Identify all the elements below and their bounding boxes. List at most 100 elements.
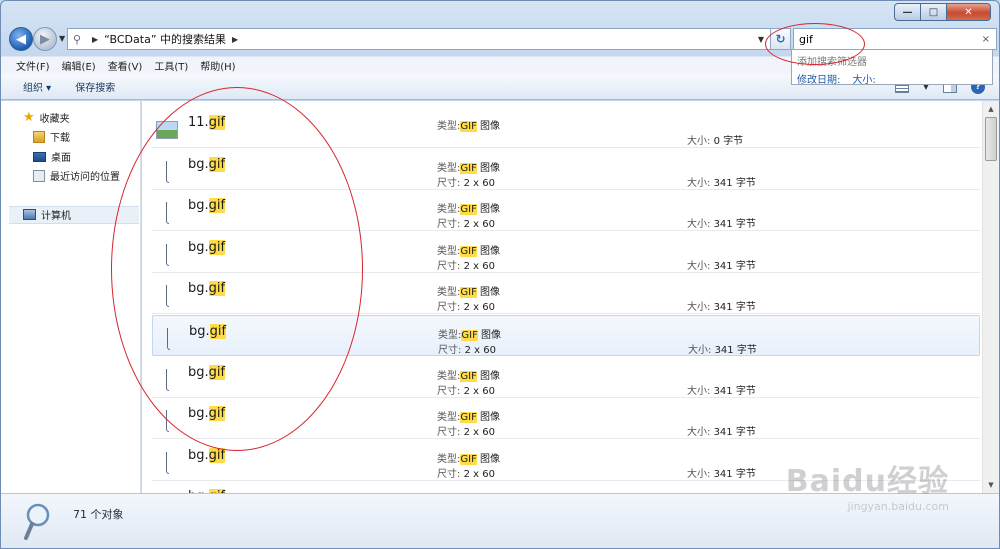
file-dimensions-label: 尺寸: — [437, 385, 461, 397]
organize-button[interactable]: 组织 ▾ — [23, 79, 51, 94]
file-size: 大小: 341 字节 — [687, 215, 756, 230]
nav-desktop-label: 桌面 — [51, 153, 71, 164]
scroll-thumb[interactable] — [985, 117, 997, 161]
arrow-left-icon: ◀ — [16, 31, 26, 47]
recent-places-icon — [33, 169, 45, 182]
file-name[interactable]: bg.gif — [188, 364, 226, 380]
file-name[interactable]: bg.gif — [188, 239, 226, 255]
file-dimensions: 尺寸: 2 x 60 — [437, 423, 495, 438]
save-search-button[interactable]: 保存搜索 — [75, 79, 115, 94]
file-size-label: 大小: — [687, 302, 711, 314]
image-thumbnail-icon — [156, 121, 178, 139]
close-button[interactable]: ✕ — [947, 3, 991, 21]
file-dimensions-label: 尺寸: — [437, 219, 461, 231]
file-size: 大小: 341 字节 — [687, 298, 756, 313]
address-bar[interactable]: ⚲ ▶ “BCData” 中的搜索结果 ▶ ▼ — [67, 28, 771, 50]
file-type-value: 图像 — [476, 121, 501, 132]
file-type-value: 图像 — [476, 287, 501, 299]
gif-thumbnail-icon — [166, 368, 169, 391]
file-dimensions-label: 尺寸: — [437, 302, 461, 314]
file-size-value: 341 字节 — [713, 427, 756, 439]
file-type: 类型:GIF 图像 — [437, 450, 500, 465]
file-dimensions: 尺寸: 2 x 60 — [437, 382, 495, 397]
file-type: 类型:GIF 图像 — [437, 367, 500, 382]
watermark-main-text: Baidu经验 — [785, 464, 949, 499]
nav-favorites-label: 收藏夹 — [39, 114, 70, 125]
clear-search-icon[interactable]: × — [982, 34, 990, 45]
nav-favorites[interactable]: ★ 收藏夹 — [23, 110, 70, 125]
file-size-label: 大小: — [687, 177, 711, 189]
menu-tools[interactable]: 工具(T) — [154, 58, 188, 73]
file-name[interactable]: bg.gif — [188, 406, 226, 422]
file-size: 大小: 0 字节 — [687, 132, 743, 147]
recent-pages-dropdown[interactable]: ▼ — [59, 34, 65, 43]
nav-desktop[interactable]: 桌面 — [33, 149, 71, 164]
file-name[interactable]: bg.gif — [188, 156, 226, 172]
scroll-down-icon[interactable]: ▼ — [983, 477, 999, 493]
gif-thumbnail-icon — [167, 328, 170, 350]
nav-downloads[interactable]: 下载 — [33, 129, 70, 144]
minimize-button[interactable]: — — [894, 3, 921, 21]
file-name-base: bg. — [188, 406, 209, 422]
star-icon: ★ — [23, 110, 35, 125]
file-dimensions-label: 尺寸: — [437, 427, 461, 439]
file-size-value: 341 字节 — [713, 468, 756, 480]
file-row[interactable]: bg.gif 类型:GIF 图像 尺寸: 2 x 60 大小: 341 字节 — [152, 357, 980, 398]
file-name-match: gif — [208, 239, 226, 255]
filter-date-modified[interactable]: 修改日期: — [797, 71, 840, 86]
forward-button[interactable]: ▶ — [33, 27, 57, 51]
file-name[interactable]: 11.gif — [188, 115, 226, 130]
file-row[interactable]: 11.gif 类型:GIF 图像 大小: 0 字节 — [152, 107, 980, 148]
vertical-scrollbar[interactable]: ▲ ▼ — [982, 101, 999, 493]
file-name-match: gif — [208, 115, 226, 130]
arrow-right-icon: ▶ — [40, 31, 50, 47]
file-dimensions-value: 2 x 60 — [463, 219, 495, 231]
chevron-down-icon[interactable]: ▼ — [758, 35, 764, 44]
baidu-watermark: Baidu经验 jingyan.baidu.com — [786, 456, 949, 513]
chevron-right-icon[interactable]: ▶ — [232, 35, 238, 44]
file-name[interactable]: bg.gif — [188, 447, 226, 463]
menu-edit[interactable]: 编辑(E) — [62, 58, 96, 73]
file-type-label: 类型: — [437, 204, 461, 216]
file-type-match: GIF — [460, 121, 477, 132]
search-filter-hint: 添加搜索筛选器 — [797, 57, 867, 68]
file-row[interactable]: bg.gif 类型:GIF 图像 尺寸: 2 x 60 大小: 341 字节 — [152, 190, 980, 232]
file-type: 类型:GIF 图像 — [438, 326, 501, 341]
file-size-value: 341 字节 — [714, 345, 757, 356]
file-name[interactable]: bg.gif — [188, 198, 226, 214]
file-size: 大小: 341 字节 — [687, 382, 756, 397]
menu-file[interactable]: 文件(F) — [16, 58, 50, 73]
file-dimensions: 尺寸: 2 x 60 — [437, 174, 495, 189]
file-name[interactable]: bg.gif — [188, 281, 226, 297]
file-name[interactable]: bg.gif — [189, 324, 227, 339]
file-dimensions-label: 尺寸: — [437, 177, 461, 189]
file-type: 类型:GIF 图像 — [437, 283, 501, 299]
menu-help[interactable]: 帮助(H) — [200, 58, 235, 73]
file-dimensions-value: 2 x 60 — [464, 345, 496, 356]
file-name-base: 11. — [188, 115, 209, 130]
file-row[interactable]: bg.gif 类型:GIF 图像 尺寸: 2 x 60 大小: 341 字节 — [152, 398, 980, 440]
back-button[interactable]: ◀ — [9, 27, 33, 51]
search-box[interactable]: × — [793, 28, 997, 50]
file-type: 类型:GIF 图像 — [437, 242, 500, 257]
nav-recent-places[interactable]: 最近访问的位置 — [33, 168, 120, 183]
menu-view[interactable]: 查看(V) — [108, 58, 143, 73]
nav-downloads-label: 下载 — [50, 133, 70, 144]
search-input[interactable] — [799, 32, 969, 46]
file-type-match: GIF — [460, 453, 477, 465]
scroll-up-icon[interactable]: ▲ — [983, 101, 999, 117]
chevron-right-icon[interactable]: ▶ — [92, 35, 98, 44]
refresh-button[interactable]: ↻ — [771, 28, 791, 50]
file-row[interactable]: bg.gif 类型:GIF 图像 尺寸: 2 x 60 大小: 341 字节 — [152, 232, 980, 273]
filter-size[interactable]: 大小: — [852, 71, 875, 86]
nav-computer[interactable]: 计算机 — [23, 207, 71, 222]
file-name-base: bg. — [188, 447, 209, 463]
file-size: 大小: 341 字节 — [687, 423, 756, 438]
file-type-value: 图像 — [476, 412, 501, 424]
file-row[interactable]: bg.gif 类型:GIF 图像 尺寸: 2 x 60 大小: 341 字节 — [152, 273, 980, 315]
file-row[interactable]: bg.gif 类型:GIF 图像 尺寸: 2 x 60 大小: 341 字节 — [152, 315, 980, 356]
maximize-button[interactable]: □ — [921, 3, 947, 21]
gif-thumbnail-icon — [166, 451, 169, 474]
breadcrumb-search-results[interactable]: “BCData” 中的搜索结果 — [104, 31, 226, 47]
file-row[interactable]: bg.gif 类型:GIF 图像 尺寸: 2 x 60 大小: 341 字节 — [152, 149, 980, 190]
